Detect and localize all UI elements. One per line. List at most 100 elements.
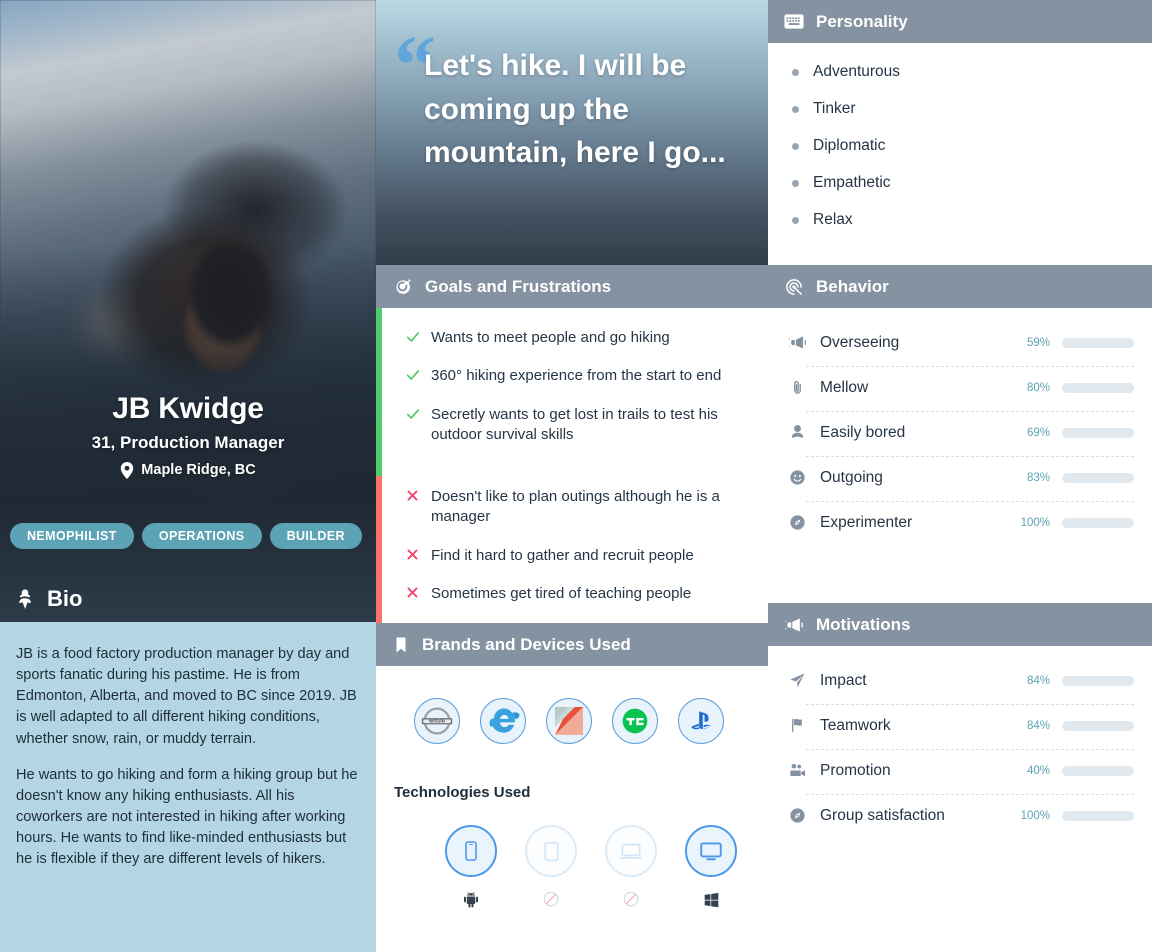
tablet-icon[interactable] bbox=[525, 825, 577, 877]
device-item[interactable] bbox=[444, 825, 498, 911]
goals-header: Goals and Frustrations bbox=[376, 265, 768, 308]
motivation-row: Promotion 40% bbox=[786, 750, 1134, 780]
frustration-item-label: Sometimes get tired of teaching people bbox=[431, 584, 692, 602]
bio-paragraph: JB is a food factory production manager … bbox=[16, 646, 357, 747]
behavior-progress-bar bbox=[1062, 382, 1134, 393]
behavior-row: Experimenter 100% bbox=[786, 502, 1134, 532]
photo-gradient-overlay bbox=[0, 0, 376, 614]
behavior-row-percent: 83% bbox=[1026, 471, 1050, 484]
goals-panel: Goals and Frustrations Wants to meet peo… bbox=[376, 265, 768, 623]
goals-rail bbox=[376, 308, 382, 476]
bullet-icon bbox=[792, 216, 799, 224]
motivation-row: Teamwork 84% bbox=[786, 705, 1134, 735]
behavior-row: Overseeing 59% bbox=[786, 322, 1134, 352]
behavior-header-label: Behavior bbox=[816, 276, 889, 296]
internet-explorer-logo-icon[interactable] bbox=[480, 698, 526, 744]
persona-location-label: Maple Ridge, BC bbox=[141, 462, 256, 478]
laptop-icon[interactable] bbox=[605, 825, 657, 877]
target-icon bbox=[392, 276, 413, 297]
motivation-progress-bar bbox=[1062, 675, 1134, 686]
keyboard-icon bbox=[784, 14, 804, 29]
frustration-item: Find it hard to gather and recruit peopl… bbox=[406, 546, 750, 566]
motivations-header-label: Motivations bbox=[816, 614, 911, 634]
brand-logo-row: NISSAN bbox=[394, 698, 750, 744]
device-item[interactable] bbox=[604, 825, 658, 911]
map-pin-icon bbox=[120, 461, 134, 479]
goals-header-label: Goals and Frustrations bbox=[425, 276, 612, 296]
personality-header-label: Personality bbox=[816, 11, 908, 31]
personality-item-label: Adventurous bbox=[813, 63, 901, 80]
profile-column: JB Kwidge 31, Production Manager Maple R… bbox=[0, 0, 376, 952]
personality-item-label: Diplomatic bbox=[813, 137, 886, 154]
motivation-row-percent: 40% bbox=[1026, 764, 1050, 777]
list-item: Tinker bbox=[792, 100, 1134, 118]
brands-panel: Brands and Devices Used NISSAN Technolog… bbox=[376, 623, 768, 928]
behavior-progress-bar bbox=[1062, 517, 1134, 528]
list-item: Diplomatic bbox=[792, 137, 1134, 155]
brands-body: NISSAN Technologies Used bbox=[376, 666, 768, 928]
flag-icon bbox=[786, 716, 808, 735]
motivations-panel: Motivations Impact 84% Teamwork 84% Prom… bbox=[768, 603, 1152, 911]
behavior-row-label: Easily bored bbox=[820, 423, 906, 441]
motivation-progress-bar bbox=[1062, 810, 1134, 821]
desktop-icon[interactable] bbox=[685, 825, 737, 877]
motivation-row-percent: 84% bbox=[1026, 674, 1050, 687]
page-title: JB Kwidge bbox=[112, 392, 264, 425]
identity-block: JB Kwidge 31, Production Manager Maple R… bbox=[0, 392, 376, 479]
behavior-panel: Behavior Overseeing 59% Mellow 80% Easil… bbox=[768, 265, 1152, 603]
paperclip-icon bbox=[786, 378, 808, 397]
bullet-icon bbox=[792, 142, 799, 150]
device-item[interactable] bbox=[524, 825, 578, 911]
behavior-row-percent: 69% bbox=[1026, 426, 1050, 439]
mobile-phone-icon[interactable] bbox=[445, 825, 497, 877]
personality-item-label: Relax bbox=[813, 211, 853, 228]
bio-header-label: Bio bbox=[47, 585, 83, 611]
compass-icon bbox=[786, 513, 808, 532]
behavior-progress-bar bbox=[1062, 337, 1134, 348]
personality-panel: Personality Adventurous Tinker Diplomati… bbox=[768, 0, 1152, 265]
motivation-row-percent: 100% bbox=[1020, 809, 1050, 822]
none-icon bbox=[524, 887, 578, 911]
fingerprint-icon bbox=[784, 277, 804, 297]
goal-item-label: 360° hiking experience from the start to… bbox=[431, 367, 722, 385]
motivation-row-label: Group satisfaction bbox=[820, 806, 945, 824]
behavior-progress-bar bbox=[1062, 427, 1134, 438]
motivation-row-percent: 84% bbox=[1026, 719, 1050, 732]
persona-tag[interactable]: NEMOPHILIST bbox=[10, 523, 134, 549]
behavior-row-percent: 80% bbox=[1026, 381, 1050, 394]
behavior-row-label: Outgoing bbox=[820, 468, 883, 486]
persona-tag[interactable]: OPERATIONS bbox=[141, 523, 262, 549]
motivation-row: Group satisfaction 100% bbox=[786, 795, 1134, 825]
motivation-row-label: Teamwork bbox=[820, 716, 891, 734]
device-item[interactable] bbox=[684, 825, 738, 911]
compass-icon bbox=[786, 806, 808, 825]
bio-text: JB is a food factory production manager … bbox=[0, 622, 376, 952]
persona-tag[interactable]: BUILDER bbox=[269, 523, 362, 549]
goals-body: Wants to meet people and go hiking 360° … bbox=[376, 308, 768, 623]
video-camera-icon bbox=[786, 761, 808, 780]
bullet-icon bbox=[792, 105, 799, 113]
personality-body: Adventurous Tinker Diplomatic Empathetic… bbox=[768, 43, 1152, 265]
frustration-item-label: Doesn't like to plan outings although he… bbox=[431, 488, 720, 526]
playstation-logo-icon[interactable] bbox=[678, 698, 724, 744]
goal-item: Secretly wants to get lost in trails to … bbox=[406, 405, 750, 446]
user-tie-icon bbox=[786, 423, 808, 442]
persona-board: JB Kwidge 31, Production Manager Maple R… bbox=[0, 0, 1152, 952]
list-item: Adventurous bbox=[792, 63, 1134, 81]
frustration-item-label: Find it hard to gather and recruit peopl… bbox=[431, 546, 694, 564]
techcrunch-logo-icon[interactable] bbox=[612, 698, 658, 744]
right-column: Personality Adventurous Tinker Diplomati… bbox=[768, 0, 1152, 952]
brands-header-label: Brands and Devices Used bbox=[422, 634, 631, 654]
cross-icon bbox=[406, 546, 420, 561]
technologies-row bbox=[394, 825, 750, 911]
megaphone-icon bbox=[786, 333, 808, 352]
personality-item-label: Tinker bbox=[813, 100, 856, 117]
kotlin-logo-icon[interactable] bbox=[546, 698, 592, 744]
nissan-logo-icon[interactable]: NISSAN bbox=[414, 698, 460, 744]
motivation-row-label: Impact bbox=[820, 671, 867, 689]
goals-frustrations-divider bbox=[406, 463, 750, 487]
frustration-item: Sometimes get tired of teaching people bbox=[406, 584, 750, 604]
goal-item: 360° hiking experience from the start to… bbox=[406, 366, 750, 386]
cross-icon bbox=[406, 487, 420, 502]
bookmark-icon bbox=[392, 636, 410, 654]
